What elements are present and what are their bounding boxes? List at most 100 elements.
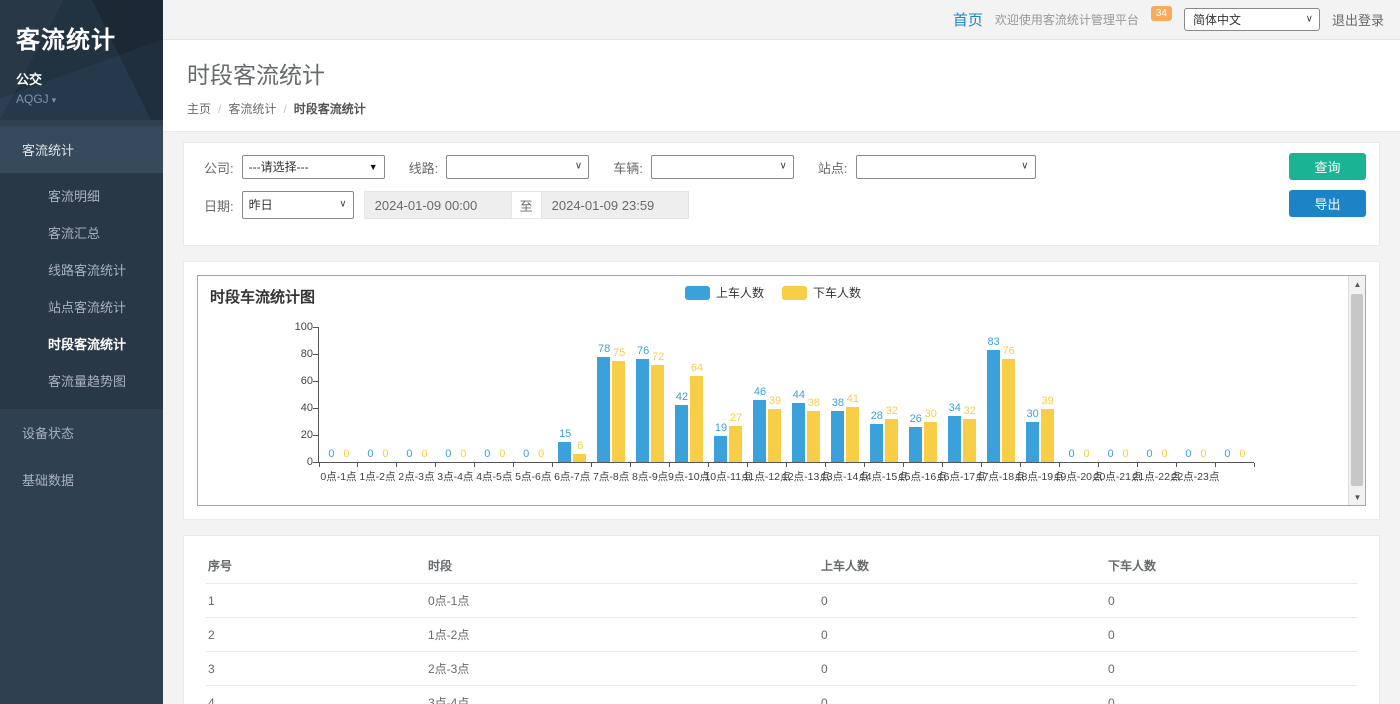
bar[interactable]: 72	[651, 327, 664, 462]
bar[interactable]: 0	[519, 327, 532, 462]
bar[interactable]: 76	[636, 327, 649, 462]
home-link[interactable]: 首页	[953, 9, 983, 30]
x-axis-label-1: 1点-2点	[358, 469, 397, 482]
legend-item-1[interactable]: 下车人数	[782, 284, 861, 301]
bar[interactable]: 0	[1220, 327, 1233, 462]
vehicle-select[interactable]	[651, 155, 794, 179]
x-axis-label-0: 0点-1点	[319, 469, 358, 482]
date-from-input[interactable]	[364, 191, 512, 219]
sidebar-subitem-0[interactable]: 客流明细	[0, 177, 163, 214]
bar[interactable]: 0	[363, 327, 376, 462]
bar-group-8: 7672	[631, 327, 670, 462]
logout-link[interactable]: 退出登录	[1332, 10, 1384, 29]
bar[interactable]: 0	[480, 327, 493, 462]
bar-value-label: 32	[955, 405, 985, 417]
user-dropdown[interactable]: AQGJ▾	[16, 92, 147, 106]
x-tick	[1059, 463, 1060, 467]
scroll-down-icon[interactable]: ▼	[1349, 489, 1366, 505]
table-cell: 0	[819, 584, 1106, 618]
bar[interactable]: 64	[690, 327, 703, 462]
y-tick	[313, 381, 318, 382]
bar[interactable]: 0	[1157, 327, 1170, 462]
bar[interactable]: 39	[1041, 327, 1054, 462]
bar[interactable]: 32	[963, 327, 976, 462]
scroll-up-icon[interactable]: ▲	[1349, 276, 1366, 292]
bar[interactable]: 39	[768, 327, 781, 462]
sidebar-subitem-4[interactable]: 时段客流统计	[0, 325, 163, 362]
bar[interactable]: 0	[1142, 327, 1155, 462]
bar[interactable]: 0	[378, 327, 391, 462]
bar[interactable]: 0	[1080, 327, 1093, 462]
bar-group-10: 1927	[709, 327, 748, 462]
bar[interactable]: 0	[402, 327, 415, 462]
y-tick-label: 60	[273, 375, 313, 387]
bar[interactable]: 41	[846, 327, 859, 462]
bar[interactable]: 0	[339, 327, 352, 462]
x-axis-label-4: 4点-5点	[475, 469, 514, 482]
company-select[interactable]: ---请选择---	[242, 155, 385, 179]
bar-rect	[573, 454, 586, 462]
caret-down-icon: ▾	[52, 95, 57, 105]
bar[interactable]: 0	[1196, 327, 1209, 462]
sidebar-subitem-1[interactable]: 客流汇总	[0, 214, 163, 251]
bar[interactable]: 28	[870, 327, 883, 462]
bar[interactable]: 6	[573, 327, 586, 462]
bar[interactable]: 0	[324, 327, 337, 462]
bar[interactable]: 19	[714, 327, 727, 462]
x-tick	[474, 463, 475, 467]
bar[interactable]: 0	[1065, 327, 1078, 462]
bar[interactable]: 27	[729, 327, 742, 462]
bar[interactable]: 32	[885, 327, 898, 462]
bar[interactable]: 0	[495, 327, 508, 462]
bar-group-17: 8376	[981, 327, 1020, 462]
bar[interactable]: 0	[456, 327, 469, 462]
chart-panel: 时段车流统计图 上车人数下车人数 02040608010000000000000…	[183, 261, 1380, 520]
sidebar-subitem-2[interactable]: 线路客流统计	[0, 251, 163, 288]
bar[interactable]: 0	[441, 327, 454, 462]
query-button[interactable]: 查询	[1289, 153, 1366, 180]
chart-scrollbar[interactable]: ▲ ▼	[1348, 276, 1365, 505]
legend-item-0[interactable]: 上车人数	[685, 284, 764, 301]
bar[interactable]: 42	[675, 327, 688, 462]
bar[interactable]: 30	[924, 327, 937, 462]
language-select[interactable]: 简体中文	[1184, 8, 1320, 31]
bar[interactable]: 0	[534, 327, 547, 462]
breadcrumb-item-0[interactable]: 主页	[187, 102, 211, 116]
scrollbar-thumb[interactable]	[1351, 294, 1363, 486]
bar[interactable]: 76	[1002, 327, 1015, 462]
date-to-input[interactable]	[541, 191, 689, 219]
x-axis-label-18: 18点-19点	[1020, 469, 1059, 482]
brand-title: 客流统计	[16, 20, 147, 55]
sidebar-item-device-status[interactable]: 设备状态	[0, 409, 163, 456]
bar-rect	[636, 359, 649, 462]
bar[interactable]: 75	[612, 327, 625, 462]
bar[interactable]: 0	[1235, 327, 1248, 462]
sidebar-subitem-5[interactable]: 客流量趋势图	[0, 362, 163, 399]
sidebar-item-base-data[interactable]: 基础数据	[0, 456, 163, 503]
bar[interactable]: 0	[1104, 327, 1117, 462]
line-select[interactable]	[446, 155, 589, 179]
breadcrumb-item-1[interactable]: 客流统计	[228, 102, 276, 116]
bar[interactable]: 34	[948, 327, 961, 462]
sidebar-item-passenger-stats[interactable]: 客流统计	[0, 126, 163, 173]
x-axis-label-15: 15点-16点	[903, 469, 942, 482]
bar[interactable]: 0	[417, 327, 430, 462]
export-button[interactable]: 导出	[1289, 190, 1366, 217]
bar-group-7: 7875	[592, 327, 631, 462]
bar[interactable]: 38	[807, 327, 820, 462]
vehicle-field: 车辆: ∨	[613, 155, 794, 179]
x-axis-label-7: 7点-8点	[592, 469, 631, 482]
bar[interactable]: 26	[909, 327, 922, 462]
bar[interactable]: 0	[1181, 327, 1194, 462]
bar[interactable]: 0	[1119, 327, 1132, 462]
line-label: 线路:	[409, 158, 439, 177]
notification-badge[interactable]: 34	[1151, 6, 1172, 21]
bar-group-5: 00	[514, 327, 553, 462]
bar-group-3: 00	[436, 327, 475, 462]
station-select[interactable]	[856, 155, 1036, 179]
date-preset-select[interactable]: 昨日	[242, 191, 354, 219]
bar[interactable]: 44	[792, 327, 805, 462]
x-axis-label-19: 19点-20点	[1059, 469, 1098, 482]
bar-group-19: 00	[1059, 327, 1098, 462]
sidebar-subitem-3[interactable]: 站点客流统计	[0, 288, 163, 325]
